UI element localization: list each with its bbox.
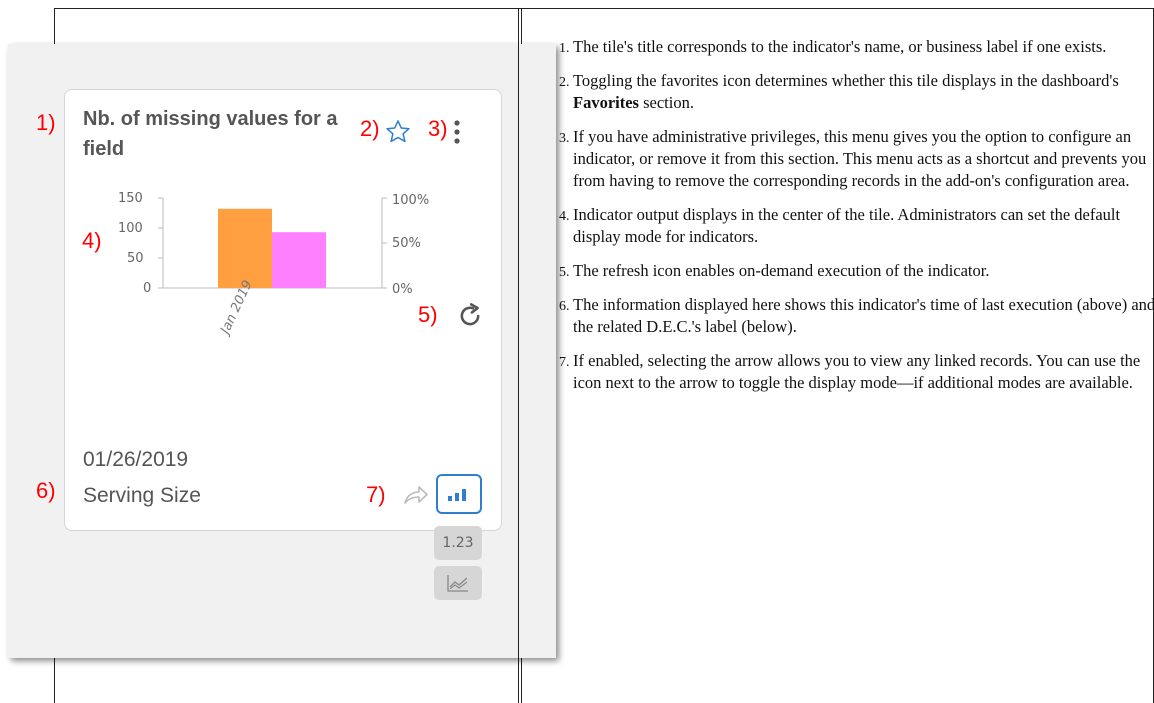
note-item: The information displayed here shows thi…	[573, 294, 1154, 338]
last-execution-date: 01/26/2019	[83, 448, 189, 471]
note-item: The refresh icon enables on-demand execu…	[573, 260, 1154, 282]
share-arrow-icon[interactable]	[402, 482, 430, 508]
notes-list: The tile's title corresponds to the indi…	[553, 36, 1154, 406]
note-text: If enabled, selecting the arrow allows y…	[573, 351, 1141, 392]
refresh-icon[interactable]	[456, 302, 484, 330]
display-mode-value-button[interactable]: 1.23	[434, 526, 482, 560]
note-text: Indicator output displays in the center …	[573, 205, 1121, 246]
bar-chart-icon	[448, 489, 466, 501]
note-text: The information displayed here shows thi…	[573, 295, 1154, 336]
table-mid-border-over	[518, 44, 519, 658]
value-mode-label: 1.23	[442, 535, 474, 551]
note-text-pre: Toggling the favorites icon determines w…	[573, 71, 1119, 90]
note-text: If you have administrative privileges, t…	[573, 127, 1147, 190]
note-item: If you have administrative privileges, t…	[573, 126, 1154, 192]
note-item: Toggling the favorites icon determines w…	[573, 70, 1154, 114]
line-chart-icon	[447, 575, 468, 592]
note-item: If enabled, selecting the arrow allows y…	[573, 350, 1154, 394]
note-text-post: section.	[638, 93, 694, 112]
callout-7: 7)	[366, 482, 386, 507]
display-mode-chart-button[interactable]	[436, 474, 482, 514]
note-text: The refresh icon enables on-demand execu…	[573, 261, 990, 280]
note-text: The tile's title corresponds to the indi…	[573, 37, 1107, 56]
dec-label: Serving Size	[83, 484, 201, 507]
note-text-bold: Favorites	[573, 93, 639, 112]
callout-6: 6)	[36, 478, 56, 503]
display-mode-line-button[interactable]	[434, 566, 482, 600]
bar-chart	[158, 197, 387, 289]
chart-bar-series-1	[218, 208, 272, 288]
note-item: Indicator output displays in the center …	[573, 204, 1154, 248]
chart-bar-series-2	[272, 232, 326, 288]
note-item: The tile's title corresponds to the indi…	[573, 36, 1154, 58]
